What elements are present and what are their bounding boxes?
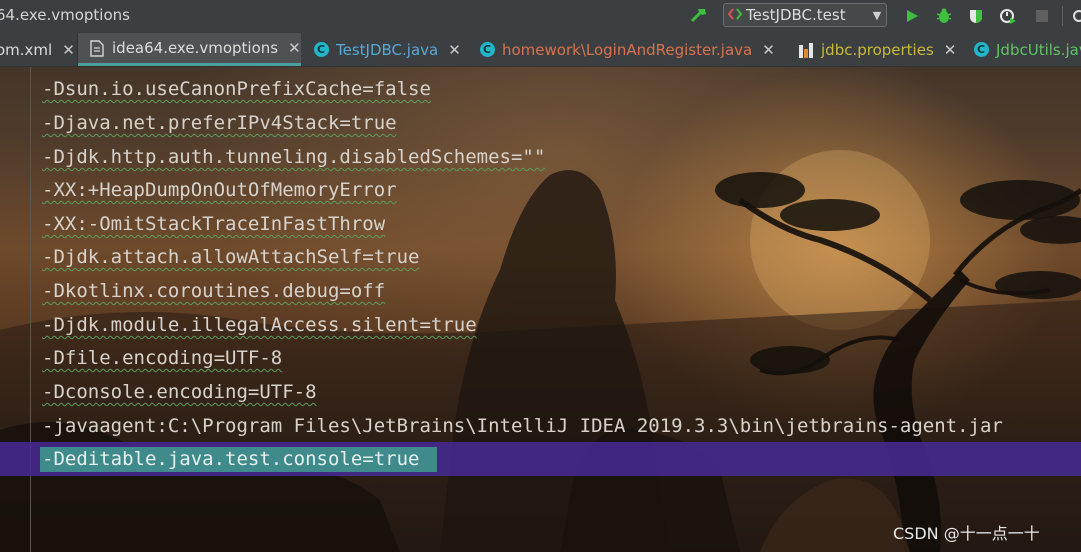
watermark: CSDN @十一点一十 (893, 524, 1040, 543)
close-icon[interactable]: ✕ (944, 41, 957, 59)
properties-file-icon (797, 41, 815, 59)
code-line[interactable]: -Dfile.encoding=UTF-8 (42, 346, 282, 370)
close-icon[interactable]: ✕ (448, 41, 461, 59)
code-text: -Djdk.attach.allowAttachSelf=true (42, 246, 420, 268)
file-icon (88, 39, 106, 57)
close-icon[interactable]: ✕ (762, 41, 775, 59)
code-line[interactable]: -Dsun.io.useCanonPrefixCache=false (42, 77, 431, 101)
code-text: -XX:+HeapDumpOnOutOfMemoryError (42, 179, 397, 201)
tab-label: JdbcUtils.jav (996, 40, 1081, 59)
close-icon[interactable]: ✕ (288, 39, 301, 57)
profile-icon[interactable] (997, 5, 1019, 27)
tab-testjdbc-java[interactable]: C TestJDBC.java ✕ (310, 33, 461, 66)
chevron-down-icon: ▼ (872, 8, 882, 22)
code-text: -XX:-OmitStackTraceInFastThrow (42, 213, 386, 235)
code-text: -Djava.net.preferIPv4Stack=true (42, 112, 397, 134)
tab-pom-xml[interactable]: om.xml ✕ (0, 33, 75, 66)
tab-jdbcutils-java[interactable]: C JdbcUtils.jav (970, 33, 1081, 66)
tab-label: jdbc.properties (821, 40, 934, 59)
code-text: -Dconsole.encoding=UTF-8 (42, 381, 317, 403)
code-line[interactable]: -Dconsole.encoding=UTF-8 (42, 380, 317, 404)
stop-icon[interactable] (1031, 5, 1053, 27)
code-line[interactable]: -Dkotlinx.coroutines.debug=off (42, 279, 385, 303)
code-line[interactable]: -XX:-OmitStackTraceInFastThrow (42, 212, 385, 236)
class-icon: C (972, 41, 990, 59)
code-line[interactable]: -Djdk.attach.allowAttachSelf=true (42, 245, 420, 269)
toolbar-divider (1062, 6, 1063, 26)
class-icon: C (312, 41, 330, 59)
code-text: -Djdk.http.auth.tunneling.disabledScheme… (42, 146, 546, 168)
code-text: -Djdk.module.illegalAccess.silent=true (42, 314, 477, 336)
debug-icon[interactable] (933, 5, 955, 27)
run-config-icon (724, 7, 746, 24)
window-title: 64.exe.vmoptions (0, 6, 130, 24)
run-configuration-selector[interactable]: TestJDBC.test ▼ (723, 3, 887, 27)
tab-label: om.xml (0, 40, 53, 59)
code-text: -Dfile.encoding=UTF-8 (42, 347, 283, 369)
class-icon: C (478, 41, 496, 59)
code-line[interactable]: -Djava.net.preferIPv4Stack=true (42, 111, 397, 135)
code-line[interactable]: -Djdk.http.auth.tunneling.disabledScheme… (42, 145, 545, 169)
search-icon[interactable] (1068, 5, 1081, 27)
coverage-icon[interactable] (965, 5, 987, 27)
tab-idea64-vmoptions[interactable]: idea64.exe.vmoptions ✕ (78, 33, 301, 66)
title-bar: 64.exe.vmoptions TestJDBC.test ▼ (0, 0, 1081, 34)
run-config-label: TestJDBC.test (746, 6, 846, 24)
code-line[interactable]: -XX:+HeapDumpOnOutOfMemoryError (42, 178, 397, 202)
tab-label: homework\LoginAndRegister.java (502, 40, 753, 59)
run-icon[interactable] (901, 5, 923, 27)
close-icon[interactable]: ✕ (62, 41, 75, 59)
code-line[interactable]: -Djdk.module.illegalAccess.silent=true (42, 313, 477, 337)
editor-gutter (30, 67, 31, 552)
editor-tabs: om.xml ✕ idea64.exe.vmoptions ✕ C TestJD… (0, 33, 1081, 67)
code-editor[interactable]: -Dsun.io.useCanonPrefixCache=false -Djav… (0, 67, 1081, 552)
code-text: -Dsun.io.useCanonPrefixCache=false (42, 78, 431, 100)
tab-label: idea64.exe.vmoptions (112, 39, 279, 57)
code-text: -javaagent:C:\Program Files\JetBrains\In… (42, 415, 1003, 437)
code-line[interactable]: -javaagent:C:\Program Files\JetBrains\In… (42, 414, 1003, 438)
tab-jdbc-properties[interactable]: jdbc.properties ✕ (797, 33, 956, 66)
code-text: -Dkotlinx.coroutines.debug=off (42, 280, 386, 302)
tab-login-and-register-java[interactable]: C homework\LoginAndRegister.java ✕ (476, 33, 775, 66)
code-text: -Deditable.java.test.console=true (42, 448, 420, 470)
code-line-selected[interactable]: -Deditable.java.test.console=true (42, 447, 420, 471)
tab-label: TestJDBC.java (336, 40, 439, 59)
hammer-icon[interactable] (688, 5, 710, 27)
